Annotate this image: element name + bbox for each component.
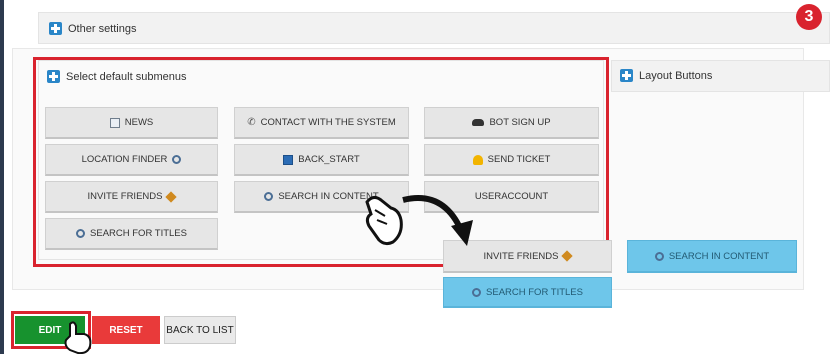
layout-buttons-label: Layout Buttons <box>639 69 713 82</box>
step-badge: 3 <box>796 4 822 30</box>
button-label: SEARCH FOR TITLES <box>486 286 583 298</box>
gift-icon <box>561 250 574 262</box>
plus-icon[interactable] <box>620 69 633 82</box>
button-label: BACK TO LIST <box>166 324 234 336</box>
other-settings-header: Other settings <box>49 22 136 35</box>
magnifier-icon <box>654 251 664 261</box>
drag-arrow-icon <box>365 195 473 246</box>
layout-buttons-panel: Layout Buttons <box>611 60 830 92</box>
button-label: INVITE FRIENDS <box>483 250 559 262</box>
layout-search-for-titles-button[interactable]: SEARCH FOR TITLES <box>443 277 612 308</box>
layout-search-in-content-button[interactable]: SEARCH IN CONTENT <box>627 240 797 273</box>
reset-button[interactable]: RESET <box>92 316 160 344</box>
plus-icon[interactable] <box>49 22 62 35</box>
page: Other settings 3 Select default submenus… <box>0 0 830 354</box>
button-label: SEARCH IN CONTENT <box>668 250 770 262</box>
layout-buttons-header: Layout Buttons <box>620 69 712 82</box>
hand-pointer-icon <box>365 195 403 246</box>
hand-pointer-icon <box>64 321 92 354</box>
button-label: RESET <box>109 324 143 336</box>
magnifier-icon <box>472 287 482 297</box>
highlight-box-submenus <box>33 57 609 267</box>
other-settings-label: Other settings <box>68 22 137 35</box>
back-to-list-button[interactable]: BACK TO LIST <box>164 316 236 344</box>
sidebar-edge <box>0 0 4 354</box>
other-settings-panel[interactable]: Other settings <box>38 12 830 44</box>
